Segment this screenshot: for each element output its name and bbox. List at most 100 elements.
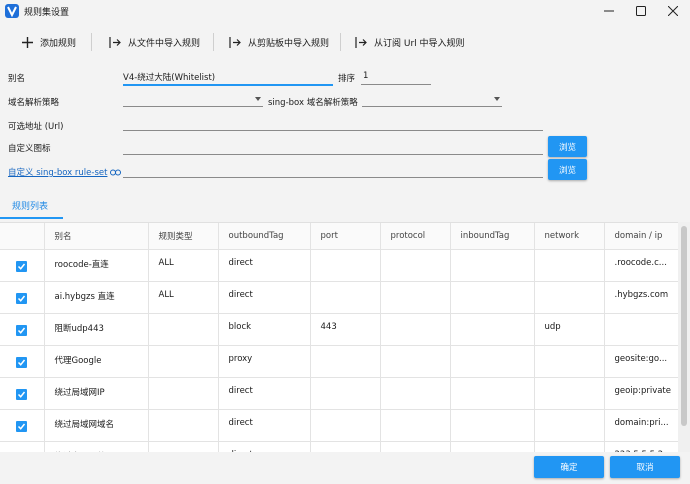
column-header[interactable]: 别名 [44, 223, 149, 250]
checkmark-icon [18, 263, 26, 270]
table-cell [380, 345, 451, 378]
table-cell [148, 409, 219, 442]
table-cell [310, 249, 381, 282]
import-icon [355, 36, 367, 48]
table-cell [310, 441, 381, 452]
table-cell: 代理Google [44, 345, 149, 378]
table-cell [450, 249, 535, 282]
custom-icon-input-underline [123, 154, 543, 155]
table-cell [450, 377, 535, 410]
row-checkbox[interactable] [16, 325, 28, 336]
column-header[interactable]: 规则类型 [148, 223, 219, 250]
maximize-button[interactable] [625, 0, 657, 22]
domain-strategy-select[interactable] [123, 90, 263, 108]
vertical-scrollbar[interactable] [678, 222, 690, 452]
custom-icon-input[interactable] [123, 138, 543, 156]
checkmark-icon [18, 359, 26, 366]
table-row[interactable]: 阻断udp443 block 443 udp [0, 313, 678, 346]
row-checkbox-cell [0, 441, 45, 452]
table-row[interactable]: 绕过局域网域名 direct domain:pri... [0, 409, 678, 442]
tab-indicator [0, 217, 63, 219]
column-header[interactable]: protocol [380, 223, 451, 250]
add-rule-button[interactable]: 添加规则 [22, 31, 76, 53]
table-cell: 绕过局域网IP [44, 377, 149, 410]
table-row[interactable]: roocode-直连 ALL direct .roocode.c... [0, 249, 678, 282]
column-header[interactable]: port [310, 223, 381, 250]
custom-icon-label: 自定义图标 [8, 144, 51, 154]
import-from-url-label: 从订阅 Url 中导入规则 [374, 38, 465, 49]
table-cell: .roocode.c... [604, 249, 678, 282]
row-checkbox[interactable] [16, 389, 28, 400]
ruleset-link[interactable]: 自定义 sing-box rule-set [8, 166, 122, 178]
table-row[interactable]: 绕过中国公共DNSIP direct 223.5.5.5,2... [0, 441, 678, 452]
table-cell: roocode-直连 [44, 249, 149, 282]
app-logo-icon [5, 4, 19, 18]
toolbar-divider [340, 33, 341, 51]
alias-input-underline [123, 84, 333, 86]
window-title: 规则集设置 [24, 8, 70, 18]
table-cell: 443 [310, 313, 381, 346]
row-checkbox[interactable] [16, 293, 28, 304]
column-header[interactable]: network [534, 223, 605, 250]
import-from-clipboard-label: 从剪贴板中导入规则 [248, 38, 330, 49]
column-header[interactable]: outboundTag [218, 223, 311, 250]
maximize-icon [636, 6, 646, 16]
import-from-url-button[interactable]: 从订阅 Url 中导入规则 [355, 31, 465, 53]
table-cell [380, 441, 451, 452]
table-cell: direct [218, 249, 311, 282]
table-row[interactable]: ai.hybgzs 直连 ALL direct .hybgzs.com [0, 281, 678, 314]
url-input[interactable] [123, 114, 543, 132]
row-checkbox[interactable] [16, 421, 28, 432]
alias-value: V4-绕过大陆(Whitelist) [123, 73, 216, 83]
column-header[interactable] [0, 223, 45, 250]
import-from-file-button[interactable]: 从文件中导入规则 [109, 31, 200, 53]
table-cell [310, 377, 381, 410]
table-cell [450, 345, 535, 378]
scrollbar-thumb[interactable] [681, 226, 687, 426]
table-cell [534, 281, 605, 314]
close-button[interactable] [657, 0, 689, 22]
table-cell [380, 249, 451, 282]
ok-button[interactable]: 确定 [534, 456, 604, 478]
column-header[interactable]: inboundTag [450, 223, 535, 250]
column-header[interactable]: domain / ip [604, 223, 678, 250]
row-checkbox[interactable] [16, 357, 28, 368]
table-cell: geosite:go... [604, 345, 678, 378]
sort-input[interactable]: 1 [361, 66, 431, 86]
toolbar-divider [213, 33, 214, 51]
table-cell: direct [218, 409, 311, 442]
cancel-button[interactable]: 取消 [610, 456, 680, 478]
table-cell [310, 345, 381, 378]
chevron-down-icon [255, 97, 261, 101]
alias-label: 别名 [8, 74, 26, 84]
table-cell: proxy [218, 345, 311, 378]
table-cell: block [218, 313, 311, 346]
browse-icon-button[interactable]: 浏览 [548, 136, 587, 157]
table-cell [148, 377, 219, 410]
table-row[interactable]: 绕过局域网IP direct geoip:private [0, 377, 678, 410]
table-cell [450, 281, 535, 314]
table-cell: geoip:private [604, 377, 678, 410]
table-row[interactable]: 代理Google proxy geosite:go... [0, 345, 678, 378]
table-cell [310, 409, 381, 442]
ruleset-input[interactable] [123, 161, 543, 179]
table-cell: ALL [148, 249, 219, 282]
checkmark-icon [18, 327, 26, 334]
plus-icon [22, 36, 33, 48]
import-from-file-label: 从文件中导入规则 [128, 38, 201, 49]
table-cell: ALL [148, 281, 219, 314]
tab-rule-list[interactable]: 规则列表 [12, 199, 48, 212]
checkmark-icon [18, 295, 26, 302]
import-from-clipboard-button[interactable]: 从剪贴板中导入规则 [229, 31, 329, 53]
table-cell [380, 377, 451, 410]
table-cell: 223.5.5.5,2... [604, 441, 678, 452]
row-checkbox[interactable] [16, 261, 28, 272]
add-rule-label: 添加规则 [40, 38, 77, 49]
minimize-button[interactable] [593, 0, 625, 22]
table-cell: direct [218, 281, 311, 314]
table-cell: 绕过中国公共DNSIP [44, 441, 149, 452]
alias-input[interactable]: V4-绕过大陆(Whitelist) [123, 66, 333, 86]
singbox-strategy-select[interactable] [362, 90, 502, 108]
title-bar: 规则集设置 [0, 0, 690, 24]
browse-ruleset-button[interactable]: 浏览 [548, 159, 587, 180]
